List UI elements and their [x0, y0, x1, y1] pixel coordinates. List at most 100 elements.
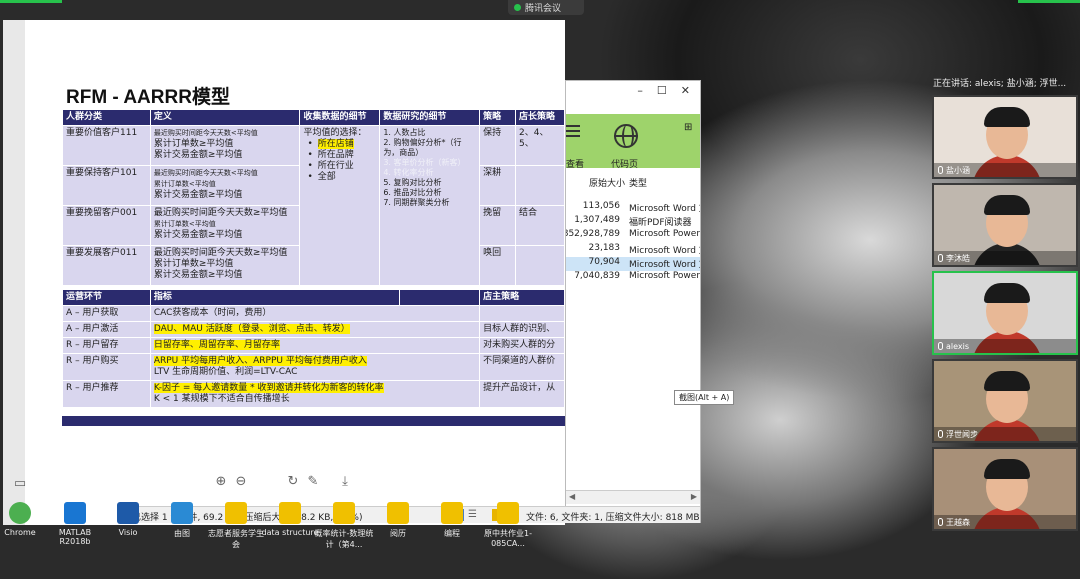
ribbon-grid-icon[interactable]: ⊞	[684, 122, 692, 133]
metric-line: 日留存率、周留存率、月留存率	[153, 340, 280, 350]
desktop-icon-label: 由图	[174, 529, 190, 538]
desktop-icon-label: MATLAB R2018b	[58, 528, 92, 546]
desktop-app-icon	[279, 502, 301, 524]
ribbon-codepage-label[interactable]: 代码页	[611, 157, 638, 170]
metric-cell: DAU、MAU 活跃度（登录、浏览、点击、转发）	[149, 321, 481, 338]
file-size: 852,928,789	[566, 229, 620, 239]
slide-footer-bar	[62, 416, 565, 426]
file-size: 1,307,489	[574, 215, 620, 225]
participant-namebar: 盐小涵	[934, 163, 1076, 177]
meeting-tab[interactable]: 腾讯会议	[508, 0, 584, 15]
desktop-icon-label: 志愿者服务学生会	[208, 529, 264, 549]
research-item: 7. 同期群聚类分析	[383, 198, 450, 207]
microphone-icon	[938, 430, 943, 438]
zoom-in-icon[interactable]: ⊕	[213, 474, 229, 489]
metric-line: K-因子 = 每人邀请数量 * 收到邀请并转化为新客的转化率	[153, 383, 384, 393]
download-icon[interactable]: ⤓	[337, 474, 353, 489]
desktop-app-icon	[333, 502, 355, 524]
file-size: 70,904	[588, 257, 621, 267]
maximize-icon[interactable]: ☐	[657, 84, 667, 97]
participant-name: 王越森	[946, 517, 970, 527]
store-strategy-cell: 结合	[515, 205, 565, 246]
horizontal-scrollbar[interactable]: ◀ ▶	[566, 490, 700, 504]
desktop-icon[interactable]: 志愿者服务学生会	[206, 502, 266, 550]
file-type: Microsoft Power	[629, 229, 700, 239]
participant-tile[interactable]: 王越森	[932, 447, 1078, 531]
desktop-icon[interactable]: 原中共作业1-085CA...	[478, 502, 538, 548]
column-header-type[interactable]: 类型	[629, 176, 647, 189]
definition-cell: 最近购买时间距今天天数<平均值 累计订单数≥平均值 累计交易金额≥平均值	[149, 125, 301, 166]
desktop-app-icon	[9, 502, 31, 524]
desktop-app-icon	[64, 502, 86, 524]
minimize-icon[interactable]: –	[637, 84, 643, 97]
rfm-header: 收集数据的细节	[299, 109, 381, 126]
strategy-cell: 深耕	[479, 165, 517, 206]
menu-icon[interactable]	[566, 125, 580, 140]
ops-row: R – 用户购买 ARPU 平均每用户收入、ARPPU 平均每付费用户收入 LT…	[62, 353, 565, 381]
strategy-cell: 唤回	[479, 245, 517, 286]
ops-row: R – 用户留存 日留存率、周留存率、月留存率 对未购买人群的分	[62, 337, 565, 354]
list-view-icon[interactable]: ☰	[468, 509, 477, 520]
stage-cell: A – 用户获取	[62, 305, 151, 322]
desktop-app-icon	[387, 502, 409, 524]
sidebar-toggle-icon[interactable]: ▭	[12, 476, 28, 491]
desktop-app-icon	[225, 502, 247, 524]
participant-tile[interactable]: alexis	[932, 271, 1078, 355]
research-item: 3. 客单价分析（新客）	[383, 158, 466, 167]
desktop-app-icon	[497, 502, 519, 524]
store-strategy-cell	[515, 165, 565, 206]
stage-cell: R – 用户推荐	[62, 380, 151, 408]
participant-hair	[984, 371, 1030, 391]
rotate-icon[interactable]: ↻	[285, 474, 301, 489]
file-row[interactable]: 1,307,489 福昕PDF阅读器	[566, 215, 700, 229]
file-row[interactable]: 113,056 Microsoft Word 文	[566, 201, 700, 215]
stage-cell: A – 用户激活	[62, 321, 151, 338]
desktop-icon-label: data structure	[261, 528, 319, 537]
ops-header: 店主策略	[479, 289, 565, 306]
desktop-icon[interactable]: MATLAB R2018b	[45, 502, 105, 546]
meeting-tab-label: 腾讯会议	[525, 4, 562, 14]
definition-cell: 最近购买时间距今天天数≥平均值 累计订单数≥平均值 累计交易金额≥平均值	[149, 245, 301, 286]
owner-strategy-cell: 目标人群的识别、	[479, 321, 565, 338]
status-bar: 已选择 1 个文件, 69.2 KB (压缩后大小: 68.2 KB, 1.5%…	[128, 506, 700, 523]
stage-cell: R – 用户购买	[62, 353, 151, 381]
file-row[interactable]: 7,040,839 Microsoft Power	[566, 271, 700, 285]
file-row[interactable]: 70,904 Microsoft Word 文	[566, 257, 700, 271]
participant-tile[interactable]: 盐小涵	[932, 95, 1078, 179]
file-row[interactable]: 852,928,789 Microsoft Power	[566, 229, 700, 243]
definition-line: 累计订单数<平均值	[153, 180, 216, 188]
ribbon-view-label[interactable]: 查看	[566, 157, 584, 170]
globe-icon[interactable]	[614, 124, 638, 148]
column-header-size[interactable]: 原始大小	[589, 176, 625, 189]
collect-item: 全部	[307, 172, 376, 183]
participant-tile[interactable]: 浮世闻步	[932, 359, 1078, 443]
segment-cell: 重要价值客户111	[62, 125, 151, 166]
metric-cell: CAC获客成本（时间，费用）	[149, 305, 481, 322]
microphone-icon	[938, 342, 943, 350]
strategy-cell: 保持	[479, 125, 517, 166]
ops-header: 指标	[149, 289, 401, 306]
research-cell: 1. 人数占比 2. 购物偏好分析*（行为，商品） 3. 客单价分析（新客） 4. 转…	[379, 125, 481, 286]
definition-line: 最近购买时间距今天天数≥平均值	[153, 208, 288, 218]
metric-line: DAU、MAU 活跃度（登录、浏览、点击、转发）	[153, 324, 350, 334]
edit-icon[interactable]: ✎	[305, 474, 321, 489]
desktop-icon-label: 阅历	[390, 529, 406, 538]
rfm-header: 店长策略	[515, 109, 565, 126]
participant-tile[interactable]: 李沐皓	[932, 183, 1078, 267]
zoom-out-icon[interactable]: ⊖	[233, 474, 249, 489]
file-size: 113,056	[582, 201, 620, 211]
desktop-icon-label: Chrome	[4, 528, 36, 537]
desktop-icon[interactable]: 概率统计-数理统计（第4...	[314, 502, 374, 550]
file-type: Microsoft Word 文	[629, 246, 700, 256]
collect-cell: 平均值的选择： 所在店铺所在品牌所在行业全部	[299, 125, 381, 286]
rfm-row: 重要价值客户111 最近购买时间距今天天数<平均值 累计订单数≥平均值 累计交易金额≥…	[62, 125, 565, 286]
metric-line: ARPU 平均每用户收入、ARPPU 平均每付费用户收入	[153, 356, 367, 366]
research-item: 1. 人数占比	[383, 128, 426, 137]
research-item: 4. 转化率分析	[383, 168, 434, 177]
metric-cell: ARPU 平均每用户收入、ARPPU 平均每付费用户收入 LTV 生命周期价值、…	[149, 353, 481, 381]
file-size: 7,040,839	[574, 271, 620, 281]
participant-namebar: 浮世闻步	[934, 427, 1076, 441]
close-icon[interactable]: ✕	[681, 84, 690, 97]
file-row[interactable]: 23,183 Microsoft Word 文	[566, 243, 701, 257]
participant-hair	[984, 283, 1030, 303]
